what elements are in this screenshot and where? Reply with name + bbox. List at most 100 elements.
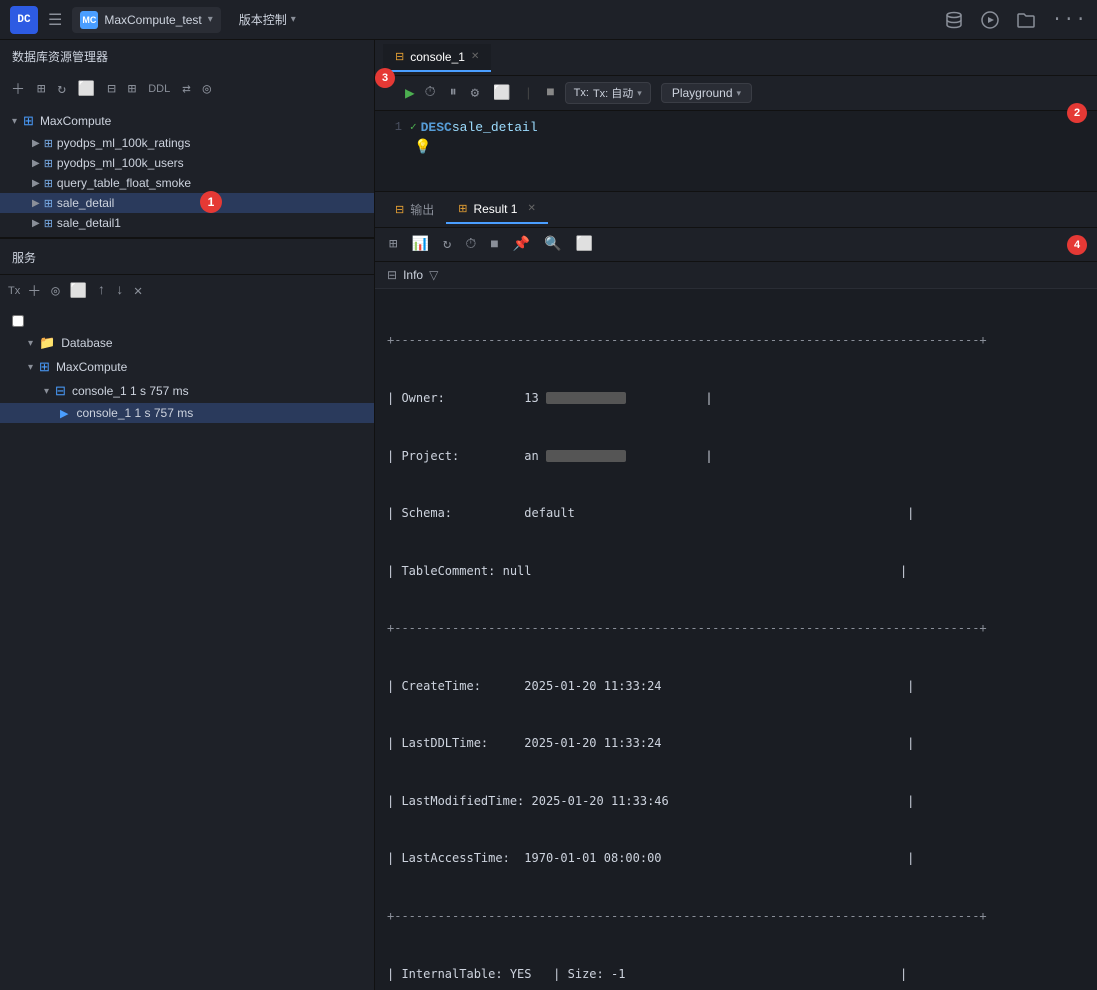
version-chevron: ▾	[291, 14, 296, 25]
tree-item-label: pyodps_ml_100k_users	[57, 156, 184, 170]
console1-chevron: ▾	[44, 386, 49, 397]
tree-item-sale-detail1[interactable]: ▶ ⊞ sale_detail1	[0, 213, 374, 233]
db-tree: ▾ ⊞ MaxCompute ▶ ⊞ pyodps_ml_100k_rating…	[0, 105, 374, 237]
editor-tab-console1[interactable]: ⊟ console_1 ✕	[383, 44, 491, 72]
expand-btn[interactable]: ⬜	[67, 281, 90, 302]
table-icon: ⊞	[44, 197, 53, 210]
result-tabs: ⊟ 输出 ⊞ Result 1 ✕	[375, 192, 1097, 228]
tree-item-label: pyodps_ml_100k_ratings	[57, 136, 190, 150]
badge-3: 3	[375, 68, 395, 88]
workspace-selector[interactable]: MC MaxCompute_test ▾	[72, 7, 220, 33]
grid-view-btn[interactable]: ⊞	[125, 79, 139, 100]
tree-root-maxcompute[interactable]: ▾ ⊞ MaxCompute	[0, 109, 374, 133]
badge-1: 1	[200, 191, 222, 213]
folder-icon[interactable]	[1016, 10, 1036, 30]
main-content: 数据库资源管理器 ＋ ⊞ ↻ ⬜ ⊟ ⊞ DDL ⇄ ◎ ▾ ⊞ MaxComp…	[0, 40, 1097, 990]
pause-btn[interactable]: ⏸	[446, 83, 461, 103]
editor-tab-label: console_1	[410, 50, 465, 64]
playground-label: Playground	[672, 86, 733, 100]
playground-btn[interactable]: Playground ▾	[661, 83, 752, 103]
more-icon[interactable]: ···	[1052, 10, 1087, 30]
tree-item-label: sale_detail1	[57, 216, 121, 230]
search-result-btn[interactable]: 🔍	[540, 234, 565, 255]
tree-item-query-table[interactable]: ▶ ⊞ query_table_float_smoke	[0, 173, 374, 193]
collapse-btn[interactable]: ⬜	[75, 79, 98, 100]
output-row-owner: | Owner: 13 |	[387, 389, 1085, 408]
sync-btn[interactable]: ↻	[54, 79, 68, 100]
result-tab-output[interactable]: ⊟ 输出	[383, 195, 446, 224]
settings-btn2[interactable]: ⚙	[467, 83, 483, 104]
result1-tab-close[interactable]: ✕	[527, 203, 535, 214]
version-label: 版本控制	[239, 11, 287, 28]
folder-tree-icon: 📁	[39, 335, 55, 351]
stop-result-btn[interactable]: ■	[486, 235, 502, 255]
workspace-name: MaxCompute_test	[104, 13, 201, 27]
info-bar: ⊟ Info ▽	[375, 262, 1097, 289]
switch-btn[interactable]: ⇄	[179, 79, 193, 100]
editor-toolbar: 3 ▶ ⏱ ⏸ ⚙ ⬜ | ■ Tx: Tx: 自动 ▾ Playground …	[375, 76, 1097, 111]
version-control[interactable]: 版本控制 ▾	[231, 7, 304, 32]
services-section: 服务 Tx ＋ ◎ ⬜ ↑ ↓ ✕ ▾ 📁 Database	[0, 238, 374, 990]
up-btn[interactable]: ↑	[94, 281, 108, 301]
tx-value: Tx: 自动	[593, 85, 633, 101]
editor-line-1: 1 ✓ DESC sale_detail	[375, 119, 1097, 136]
badge-4: 4	[1067, 235, 1087, 255]
tx-chevron: ▾	[637, 88, 642, 99]
play-icon[interactable]	[980, 10, 1000, 30]
output-row-schema: | Schema: default |	[387, 504, 1085, 523]
ddl-btn[interactable]: DDL	[145, 81, 173, 97]
db-section: 数据库资源管理器 ＋ ⊞ ↻ ⬜ ⊟ ⊞ DDL ⇄ ◎ ▾ ⊞ MaxComp…	[0, 40, 374, 238]
settings-btn[interactable]: ◎	[200, 79, 214, 100]
eye-btn[interactable]: ◎	[48, 281, 62, 302]
expand-result-btn[interactable]: ⬜	[572, 234, 597, 255]
editor-content[interactable]: 2 1 ✓ DESC sale_detail 💡	[375, 111, 1097, 191]
editor-line-2: 💡	[375, 136, 1097, 157]
tree-item-pyodps-ratings[interactable]: ▶ ⊞ pyodps_ml_100k_ratings	[0, 133, 374, 153]
menu-icon[interactable]: ☰	[48, 10, 62, 30]
chart-icon[interactable]: 📊	[407, 234, 432, 255]
editor-tab-close[interactable]: ✕	[471, 51, 479, 62]
left-panel: 数据库资源管理器 ＋ ⊞ ↻ ⬜ ⊟ ⊞ DDL ⇄ ◎ ▾ ⊞ MaxComp…	[0, 40, 375, 990]
add-service-btn[interactable]: ＋	[24, 279, 44, 303]
console1-child-icon: ▶	[60, 407, 68, 420]
tree-item-sale-detail[interactable]: ▶ ⊞ sale_detail 1	[0, 193, 374, 213]
output-tab-icon: ⊟	[395, 203, 404, 216]
mc-icon: ⊞	[39, 359, 50, 375]
refresh-result-btn[interactable]: ↻	[439, 234, 455, 255]
stop-btn[interactable]: ■	[542, 83, 558, 103]
code-keyword-desc: DESC	[421, 120, 452, 135]
result-toolbar: ⊞ 📊 ↻ ⏱ ■ 📌 🔍 ⬜ 4	[375, 228, 1097, 262]
grid-icon[interactable]: ⊞	[385, 234, 401, 255]
tree-item-chevron: ▶	[32, 178, 40, 189]
add-db-btn[interactable]: ＋	[8, 77, 28, 101]
tree-database[interactable]: ▾ 📁 Database	[0, 331, 374, 355]
output-tab-label: 输出	[410, 201, 434, 218]
pin-btn[interactable]: 📌	[509, 234, 534, 255]
separator: |	[524, 86, 532, 101]
history-btn[interactable]: ⏱	[461, 235, 480, 255]
output-divider-2: +---------------------------------------…	[387, 619, 1085, 638]
tree-item-pyodps-users[interactable]: ▶ ⊞ pyodps_ml_100k_users	[0, 153, 374, 173]
table-icon: ⊞	[44, 137, 53, 150]
close-service-btn[interactable]: ✕	[131, 281, 145, 302]
owner-value-blurred	[546, 392, 626, 404]
expand2-btn[interactable]: ⬜	[489, 83, 514, 104]
result-tab-result1[interactable]: ⊞ Result 1 ✕	[446, 196, 548, 224]
table-view-btn[interactable]: ⊟	[104, 79, 118, 100]
down-btn[interactable]: ↓	[113, 281, 127, 301]
tree-root-label: MaxCompute	[40, 114, 111, 128]
editor-area: ⊟ console_1 ✕ 3 ▶ ⏱ ⏸ ⚙ ⬜ | ■ Tx: Tx: 自动	[375, 40, 1097, 192]
run-btn[interactable]: ▶	[405, 83, 415, 103]
timer-btn[interactable]: ⏱	[421, 83, 440, 103]
filter-icon[interactable]: ▽	[429, 268, 438, 282]
output-divider-1: +---------------------------------------…	[387, 331, 1085, 350]
service-checkbox[interactable]	[12, 315, 24, 327]
tx-badge[interactable]: Tx: Tx: 自动 ▾	[565, 82, 651, 104]
top-bar: DC ☰ MC MaxCompute_test ▾ 版本控制 ▾ ···	[0, 0, 1097, 40]
refresh-btn[interactable]: ⊞	[34, 79, 48, 100]
database-icon[interactable]	[944, 10, 964, 30]
output-row-comment: | TableComment: null |	[387, 562, 1085, 581]
tree-maxcompute[interactable]: ▾ ⊞ MaxCompute	[0, 355, 374, 379]
tree-console1-child[interactable]: ▶ console_1 1 s 757 ms	[0, 403, 374, 423]
tree-console1-parent[interactable]: ▾ ⊟ console_1 1 s 757 ms	[0, 379, 374, 403]
